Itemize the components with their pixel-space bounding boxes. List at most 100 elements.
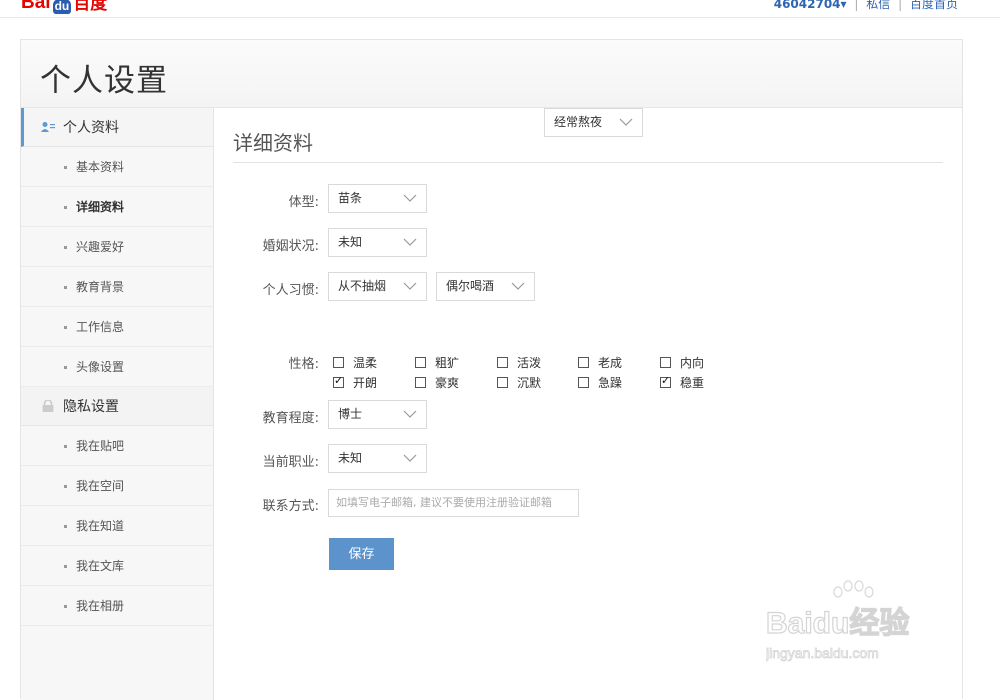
homepage-link[interactable]: 百度首页: [910, 0, 958, 11]
personality-checkbox[interactable]: 内向: [660, 354, 704, 371]
checkbox-checked[interactable]: [333, 374, 344, 388]
checkbox-label: 沉默: [517, 376, 542, 390]
sidebar-item-label: 兴趣爱好: [76, 240, 125, 254]
user-card-icon: [41, 122, 55, 132]
checkbox-label: 开朗: [353, 376, 378, 390]
sidebar-group-privacy[interactable]: 隐私设置: [21, 387, 213, 426]
user-links: 46042704▾ | 私信 | 百度首页: [774, 0, 958, 12]
checkbox-label: 内向: [680, 356, 705, 370]
contact-label: 联系方式:: [262, 499, 319, 514]
baidu-logo[interactable]: Bai du 百度: [21, 0, 107, 14]
sidebar-item-label: 教育背景: [76, 280, 125, 294]
habits-label: 个人习惯:: [262, 283, 319, 298]
divider: [233, 162, 943, 163]
watermark-url: jingyan.baidu.com: [766, 645, 879, 661]
sleeping-select[interactable]: 经常熬夜: [544, 108, 643, 137]
sidebar-item-label: 头像设置: [76, 360, 125, 374]
select-value: 博士: [338, 407, 363, 421]
checkbox[interactable]: [578, 377, 589, 388]
contact-input[interactable]: 如填写电子邮箱, 建议不要使用注册验证邮箱: [328, 489, 579, 517]
divider: |: [854, 0, 859, 11]
personality-checkbox[interactable]: 开朗: [333, 374, 377, 391]
checkbox-label: 粗犷: [435, 356, 460, 370]
sidebar-group-label: 个人资料: [63, 120, 119, 136]
select-value: 未知: [338, 235, 363, 249]
checkbox[interactable]: [497, 357, 508, 368]
education-select[interactable]: 博士: [328, 400, 427, 429]
page-header: 个人设置: [21, 40, 962, 108]
username-menu[interactable]: 46042704▾: [774, 0, 847, 11]
chevron-down-icon: [403, 194, 417, 202]
occupation-label: 当前职业:: [262, 455, 319, 470]
section-title: 详细资料: [233, 131, 313, 155]
save-button[interactable]: 保存: [329, 538, 394, 570]
sidebar-item-space[interactable]: 我在空间: [21, 466, 213, 506]
chevron-down-icon: [511, 282, 525, 290]
sidebar-item-label: 我在空间: [76, 479, 125, 493]
personality-checkbox[interactable]: 急躁: [578, 374, 622, 391]
personality-checkbox[interactable]: 粗犷: [415, 354, 459, 371]
sidebar-item-label: 我在贴吧: [76, 439, 125, 453]
messages-link[interactable]: 私信: [866, 0, 890, 11]
sidebar-item-label: 工作信息: [76, 320, 125, 334]
personality-checkbox[interactable]: 豪爽: [415, 374, 459, 391]
occupation-select[interactable]: 未知: [328, 444, 427, 473]
drinking-select[interactable]: 偶尔喝酒: [436, 272, 535, 301]
checkbox[interactable]: [660, 357, 671, 368]
top-bar: Bai du 百度 46042704▾ | 私信 | 百度首页: [0, 0, 1000, 18]
sidebar-item-label: 详细资料: [76, 200, 125, 214]
checkbox-label: 稳重: [680, 376, 705, 390]
checkbox-label: 活泼: [517, 356, 542, 370]
personality-checkbox[interactable]: 老成: [578, 354, 622, 371]
sidebar-item-label: 基本资料: [76, 160, 125, 174]
checkbox[interactable]: [415, 357, 426, 368]
checkbox[interactable]: [497, 377, 508, 388]
sidebar-item-interests[interactable]: 兴趣爱好: [21, 227, 213, 267]
sidebar-item-detail[interactable]: 详细资料: [21, 187, 213, 227]
select-value: 未知: [338, 451, 363, 465]
select-value: 从不抽烟: [338, 279, 387, 293]
sidebar-item-album[interactable]: 我在相册: [21, 586, 213, 626]
sidebar-item-education[interactable]: 教育背景: [21, 267, 213, 307]
checkbox-label: 急躁: [598, 376, 623, 390]
chevron-down-icon: [403, 238, 417, 246]
sidebar-item-zhidao[interactable]: 我在知道: [21, 506, 213, 546]
sidebar: 个人资料 基本资料 详细资料 兴趣爱好 教育背景 工作信息 头像设置 隐私设置 …: [21, 108, 214, 700]
select-value: 苗条: [338, 191, 363, 205]
chevron-down-icon: [403, 410, 417, 418]
education-label: 教育程度:: [262, 411, 319, 426]
chevron-down-icon: [403, 282, 417, 290]
checkbox-label: 老成: [598, 356, 623, 370]
personality-checkbox[interactable]: 活泼: [497, 354, 541, 371]
sidebar-item-work[interactable]: 工作信息: [21, 307, 213, 347]
chevron-down-icon: [619, 118, 633, 126]
body-type-label: 体型:: [288, 195, 319, 210]
sidebar-item-label: 我在相册: [76, 599, 125, 613]
lock-icon: [42, 400, 54, 412]
sidebar-item-basic[interactable]: 基本资料: [21, 147, 213, 187]
logo-text-bai: Bai: [21, 0, 51, 13]
personality-label: 性格:: [288, 357, 319, 372]
personality-checkbox[interactable]: 温柔: [333, 354, 377, 371]
checkbox[interactable]: [415, 377, 426, 388]
checkbox[interactable]: [578, 357, 589, 368]
logo-paw-icon: du: [52, 0, 72, 14]
sidebar-group-profile[interactable]: 个人资料: [21, 108, 213, 147]
sidebar-item-avatar[interactable]: 头像设置: [21, 347, 213, 387]
watermark-brand: Baidu经验: [766, 606, 909, 640]
marital-select[interactable]: 未知: [328, 228, 427, 257]
sidebar-item-tieba[interactable]: 我在贴吧: [21, 426, 213, 466]
marital-label: 婚姻状况:: [262, 239, 319, 254]
smoking-select[interactable]: 从不抽烟: [328, 272, 427, 301]
checkbox-checked[interactable]: [660, 374, 671, 388]
sidebar-item-label: 我在文库: [76, 559, 125, 573]
sidebar-group-label: 隐私设置: [63, 399, 119, 415]
baidu-jingyan-watermark: Baidu经验 jingyan.baidu.com: [766, 580, 910, 661]
logo-text-cn: 百度: [73, 0, 108, 13]
sidebar-item-wenku[interactable]: 我在文库: [21, 546, 213, 586]
personality-checkbox[interactable]: 沉默: [497, 374, 541, 391]
select-value: 偶尔喝酒: [446, 279, 495, 293]
checkbox[interactable]: [333, 357, 344, 368]
body-type-select[interactable]: 苗条: [328, 184, 427, 213]
personality-checkbox[interactable]: 稳重: [660, 374, 704, 391]
